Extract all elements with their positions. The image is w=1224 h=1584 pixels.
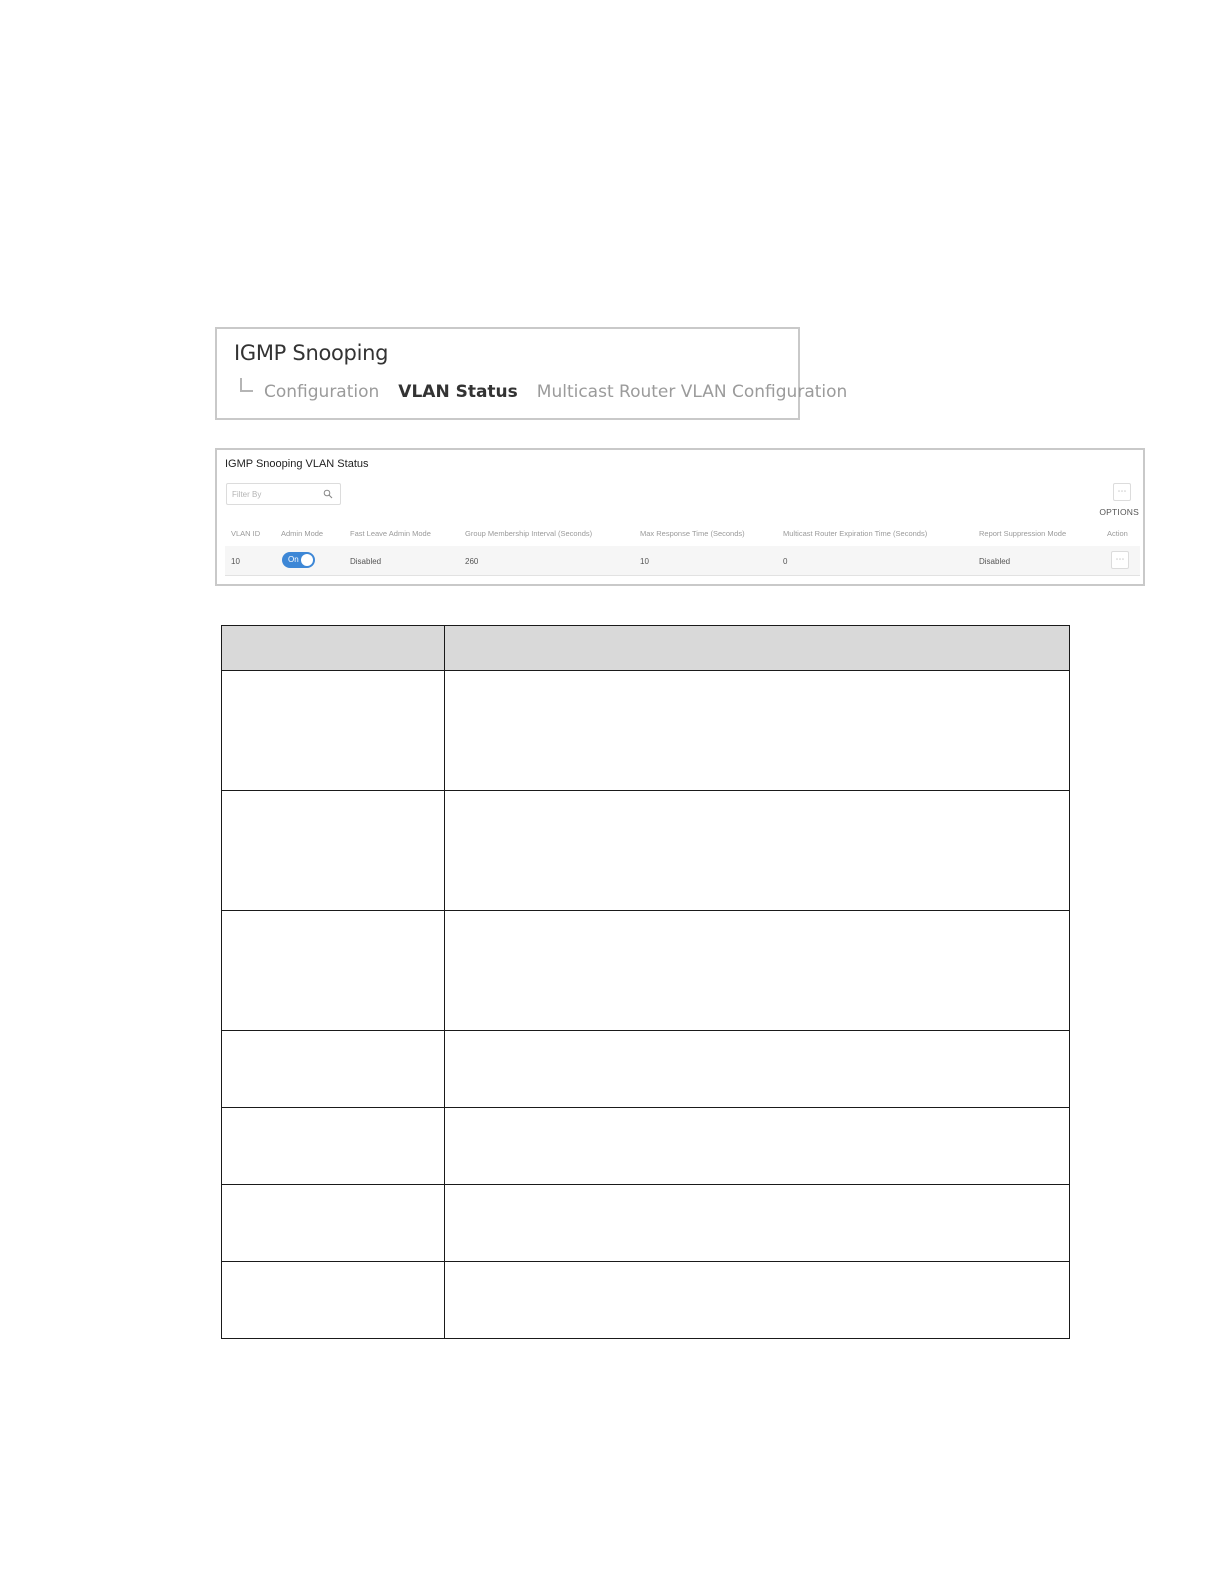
column-header-action: Action <box>1107 529 1128 538</box>
column-header-fast-leave[interactable]: Fast Leave Admin Mode <box>350 529 431 538</box>
description-cell <box>444 1107 1070 1185</box>
field-cell <box>221 790 445 911</box>
breadcrumb: Configuration VLAN Status Multicast Rout… <box>264 382 866 402</box>
ellipsis-icon: ⋯ <box>1115 554 1125 564</box>
cell-report-suppression: Disabled <box>979 557 1011 566</box>
vlan-status-panel: IGMP Snooping VLAN Status ⋯ OPTIONS VLAN… <box>215 448 1145 586</box>
cell-group-membership-interval: 260 <box>465 557 479 566</box>
cell-fast-leave: Disabled <box>350 557 382 566</box>
description-table <box>221 625 1070 1339</box>
filter-box <box>226 483 341 505</box>
tab-vlan-status[interactable]: VLAN Status <box>398 382 517 402</box>
ellipsis-icon: ⋯ <box>1117 486 1127 496</box>
cell-max-response-time: 10 <box>640 557 649 566</box>
panel-title: IGMP Snooping VLAN Status <box>225 458 369 470</box>
breadcrumb-connector-icon <box>240 378 253 392</box>
options-button[interactable]: ⋯ <box>1113 483 1131 501</box>
page-title: IGMP Snooping <box>234 341 389 365</box>
row-action-button[interactable]: ⋯ <box>1111 551 1129 569</box>
breadcrumb-panel: IGMP Snooping Configuration VLAN Status … <box>215 327 847 420</box>
table-row <box>221 790 1070 911</box>
filter-input[interactable] <box>227 484 322 505</box>
search-icon[interactable] <box>323 489 333 499</box>
toggle-knob <box>301 554 313 566</box>
description-cell <box>444 910 1070 1031</box>
field-cell <box>221 670 445 791</box>
table-row <box>221 910 1070 1031</box>
table-header-row <box>221 625 1070 671</box>
admin-mode-toggle[interactable]: On <box>282 552 315 568</box>
description-cell <box>444 1261 1070 1339</box>
table-row <box>221 1107 1070 1185</box>
toggle-label: On <box>288 555 299 564</box>
options-label: OPTIONS <box>1099 507 1139 517</box>
column-header-max-response-time[interactable]: Max Response Time (Seconds) <box>640 529 745 538</box>
header-cell-field <box>221 625 445 671</box>
description-cell <box>444 670 1070 791</box>
column-header-group-membership-interval[interactable]: Group Membership Interval (Seconds) <box>465 529 592 538</box>
field-cell <box>221 1261 445 1339</box>
header-cell-description <box>444 625 1070 671</box>
table-row <box>221 1184 1070 1262</box>
table-row <box>221 1030 1070 1108</box>
table-row <box>221 670 1070 791</box>
column-header-admin-mode[interactable]: Admin Mode <box>281 529 323 538</box>
description-cell <box>444 790 1070 911</box>
column-header-mrouter-expiration[interactable]: Multicast Router Expiration Time (Second… <box>783 529 927 538</box>
tab-configuration[interactable]: Configuration <box>264 382 379 402</box>
cell-mrouter-expiration: 0 <box>783 557 788 566</box>
table-row <box>221 1261 1070 1339</box>
column-header-report-suppression[interactable]: Report Suppression Mode <box>979 529 1066 538</box>
field-cell <box>221 910 445 1031</box>
cell-vlan-id: 10 <box>231 557 240 566</box>
field-cell <box>221 1184 445 1262</box>
description-cell <box>444 1030 1070 1108</box>
tab-multicast-router-vlan-configuration[interactable]: Multicast Router VLAN Configuration <box>537 382 848 402</box>
description-cell <box>444 1184 1070 1262</box>
field-cell <box>221 1030 445 1108</box>
field-cell <box>221 1107 445 1185</box>
column-header-vlan-id[interactable]: VLAN ID <box>231 529 260 538</box>
